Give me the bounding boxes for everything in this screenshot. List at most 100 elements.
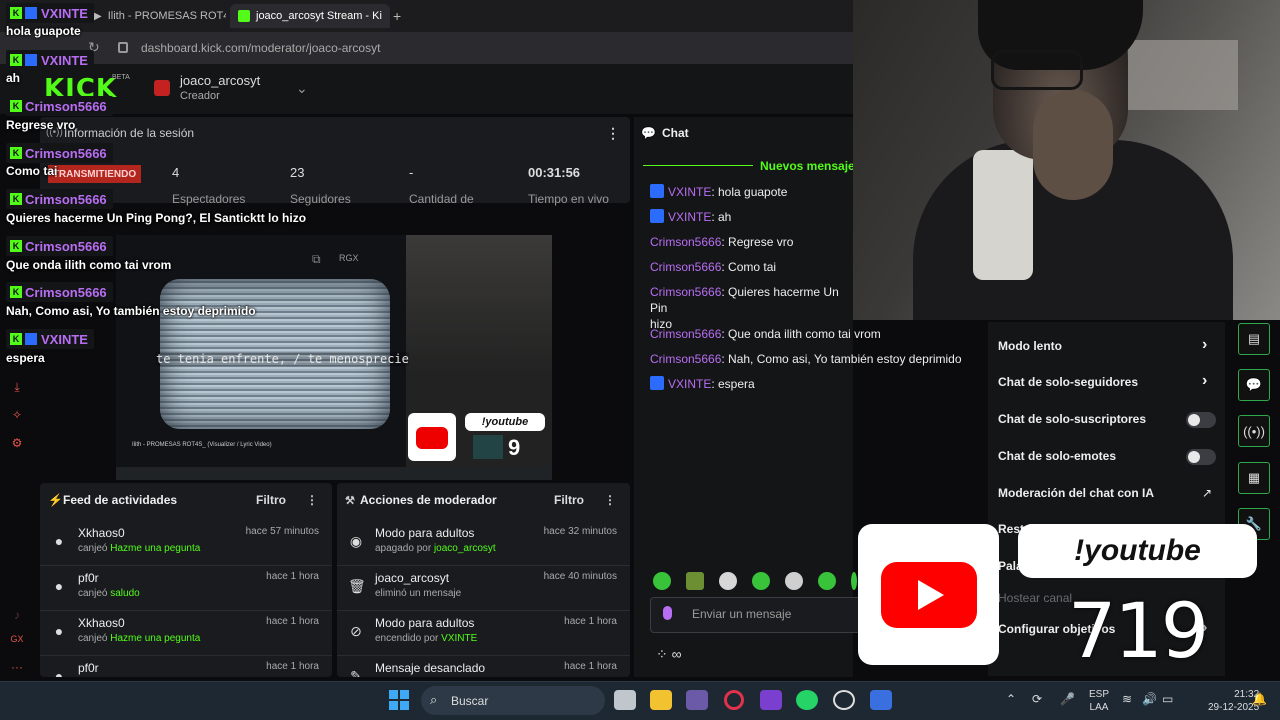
- emote-icon[interactable]: [818, 572, 836, 590]
- media-icon: ▶: [94, 10, 102, 22]
- tiktok-icon[interactable]: ♪: [10, 608, 24, 622]
- modact-item: ◉ Modo para adultos apagado por joaco_ar…: [337, 521, 630, 566]
- feed-item-action: canjeó saludo: [78, 588, 140, 599]
- modact-item-name: Modo para adultos: [375, 616, 475, 630]
- chat-username[interactable]: Crimson5666: [650, 352, 721, 366]
- chat-username[interactable]: VXINTE: [668, 377, 711, 391]
- chat-username[interactable]: VXINTE: [668, 210, 711, 224]
- download-icon[interactable]: ⤓: [10, 380, 24, 394]
- moderator-actions-panel: ⚒ Acciones de moderador Filtro ⋮ ◉ Modo …: [337, 483, 630, 677]
- layout-icon[interactable]: ▦: [1238, 462, 1270, 494]
- points-icon: ●: [54, 533, 64, 549]
- windows-start-icon[interactable]: [389, 690, 409, 710]
- chat-message[interactable]: Crimson5666: Nah, Como asi, Yo también e…: [650, 351, 990, 367]
- tray-chevron-up-icon[interactable]: ⌃: [1006, 692, 1016, 706]
- emote-icon[interactable]: [686, 572, 704, 590]
- puzzle-icon[interactable]: ✧: [10, 408, 24, 422]
- chevron-right-icon[interactable]: ›: [1202, 336, 1207, 354]
- overlay-message: ah: [6, 71, 21, 85]
- video-editor-icon[interactable]: [760, 690, 782, 710]
- chat-username[interactable]: Crimson5666: [650, 260, 721, 274]
- rgx-icon[interactable]: GX: [10, 634, 24, 648]
- search-icon: ⌕: [430, 692, 438, 707]
- points-icon: ●: [54, 668, 64, 677]
- modact-menu-icon[interactable]: ⋮: [604, 493, 616, 507]
- mic-tray-icon[interactable]: 🎤: [1060, 692, 1075, 706]
- setting-toggle[interactable]: [1186, 449, 1216, 465]
- app-icon[interactable]: [686, 690, 708, 710]
- feed-item-name[interactable]: Xkhaos0: [78, 616, 125, 630]
- chevron-right-icon[interactable]: ›: [1202, 372, 1207, 390]
- person-hand: [1033, 90, 1113, 200]
- emote-icon[interactable]: [719, 572, 737, 590]
- chevron-down-icon[interactable]: ⌄: [296, 80, 308, 97]
- more-icon[interactable]: ···: [10, 660, 24, 674]
- setting-item[interactable]: Hostear canal: [998, 591, 1072, 605]
- overlay-message: Regrese vro: [6, 118, 76, 132]
- emote-icon[interactable]: [851, 572, 857, 590]
- file-explorer-icon[interactable]: [650, 690, 672, 710]
- new-tab-button[interactable]: +: [393, 8, 401, 24]
- feed-menu-icon[interactable]: ⋮: [306, 493, 318, 507]
- stream-preview[interactable]: te tenia enfrente, / te menosprecie RGX …: [116, 235, 552, 480]
- feed-item-name[interactable]: pf0r: [78, 661, 99, 675]
- tab-ilith[interactable]: ▶ Ilith - PROMESAS ROT4: [86, 4, 226, 28]
- modact-item-time: hace 1 hora: [564, 616, 617, 627]
- kick-badge-icon: K: [10, 286, 22, 298]
- setting-item[interactable]: Moderación del chat con IA: [998, 486, 1154, 500]
- session-menu-icon[interactable]: ⋮: [606, 125, 620, 142]
- modact-filter-button[interactable]: Filtro: [554, 493, 584, 507]
- feed-item-name[interactable]: Xkhaos0: [78, 526, 125, 540]
- channel-username[interactable]: joaco_arcosyt: [180, 73, 260, 88]
- tab-kick-stream[interactable]: joaco_arcosyt Stream - Ki: [230, 4, 390, 28]
- emote-icon[interactable]: [653, 572, 671, 590]
- emote-icon[interactable]: [785, 572, 803, 590]
- feed-item-action: canjeó Hazme una pegunta: [78, 543, 201, 554]
- url-field[interactable]: dashboard.kick.com/moderator/joaco-arcos…: [141, 41, 380, 55]
- volume-icon[interactable]: 🔊: [1142, 692, 1157, 706]
- session-title: Información de la sesión: [64, 126, 195, 140]
- taskbar-search[interactable]: [421, 686, 605, 715]
- chat-username[interactable]: Crimson5666: [650, 235, 721, 249]
- feed-item-name[interactable]: pf0r: [78, 571, 99, 585]
- roblox-icon[interactable]: [870, 690, 892, 710]
- chat-username[interactable]: Crimson5666: [650, 285, 721, 299]
- emote-icon[interactable]: [752, 572, 770, 590]
- opera-gx-icon[interactable]: [724, 690, 744, 710]
- chat-message[interactable]: VXINTE: espera: [650, 376, 990, 392]
- setting-toggle[interactable]: [1186, 412, 1216, 428]
- kick-badge-icon: K: [10, 100, 22, 112]
- setting-item[interactable]: Chat de solo-seguidores: [998, 375, 1138, 389]
- mic-icon[interactable]: [663, 606, 672, 620]
- external-link-icon[interactable]: ↗: [1202, 486, 1212, 500]
- gear-icon[interactable]: ⚙: [10, 436, 24, 450]
- wifi-icon[interactable]: ≋: [1122, 692, 1132, 706]
- notifications-icon[interactable]: 🔔: [1252, 692, 1267, 706]
- modact-item-name[interactable]: joaco_arcosyt: [375, 571, 449, 585]
- setting-item[interactable]: Modo lento: [998, 339, 1062, 353]
- feed-filter-button[interactable]: Filtro: [256, 493, 286, 507]
- chat-username[interactable]: VXINTE: [668, 185, 711, 199]
- new-messages-label[interactable]: Nuevos mensaje: [760, 159, 855, 173]
- setting-item[interactable]: Chat de solo-emotes: [998, 449, 1116, 463]
- count-label: Cantidad de: [409, 192, 474, 206]
- whatsapp-icon[interactable]: [796, 690, 818, 710]
- popout-icon[interactable]: ⧉: [312, 252, 321, 267]
- task-view-icon[interactable]: [614, 690, 636, 710]
- preview-lyric: te tenia enfrente, / te menosprecie: [156, 352, 409, 366]
- chat-icon[interactable]: 💬: [1238, 369, 1270, 401]
- setting-item[interactable]: Chat de solo-suscriptores: [998, 412, 1146, 426]
- battery-icon[interactable]: ▭: [1162, 692, 1173, 706]
- notes-icon[interactable]: ▤: [1238, 323, 1270, 355]
- obs-icon[interactable]: [833, 690, 855, 710]
- overlay-username: VXINTE: [41, 52, 88, 68]
- chat-username[interactable]: Crimson5666: [650, 327, 721, 341]
- overlay-username-badge: K Crimson5666: [6, 143, 113, 163]
- overlay-username: Crimson5666: [25, 191, 107, 207]
- chat-message[interactable]: Crimson5666: Quieres hacerme Un Pin hizo: [650, 284, 854, 332]
- chat-message[interactable]: Crimson5666: Que onda ilith como tai vro…: [650, 326, 990, 342]
- broadcast-icon[interactable]: ((•)): [1238, 415, 1270, 447]
- language-indicator[interactable]: ESP LAA: [1089, 688, 1109, 714]
- sync-icon[interactable]: ⟳: [1032, 692, 1042, 706]
- chat-tools-icon[interactable]: ⁘ ∞: [656, 646, 682, 663]
